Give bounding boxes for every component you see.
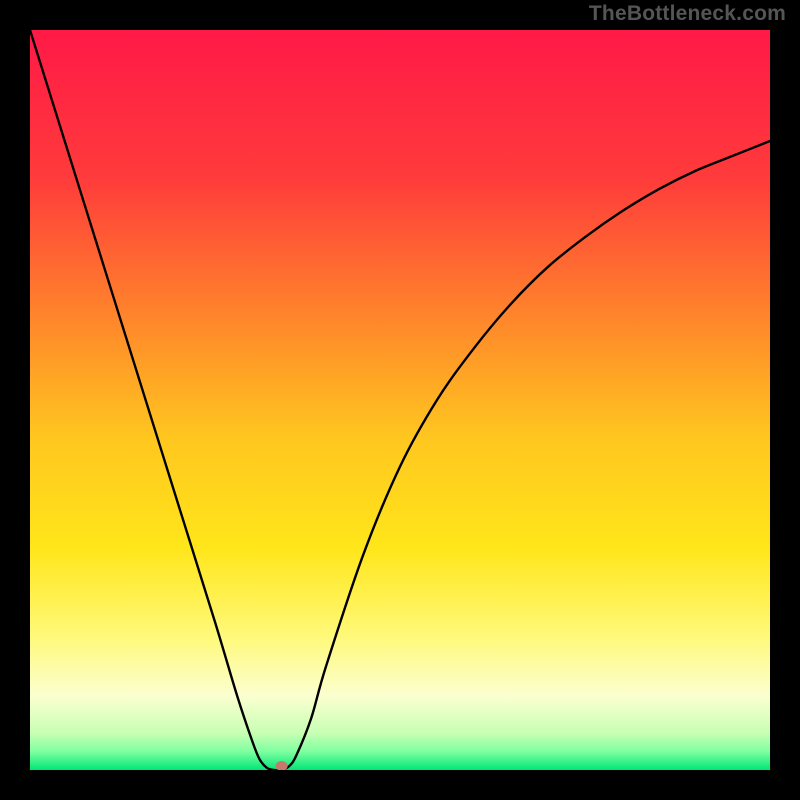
gradient-background [30, 30, 770, 770]
plot-area [30, 30, 770, 770]
watermark-text: TheBottleneck.com [589, 2, 786, 26]
chart-svg [30, 30, 770, 770]
chart-frame: TheBottleneck.com [0, 0, 800, 800]
